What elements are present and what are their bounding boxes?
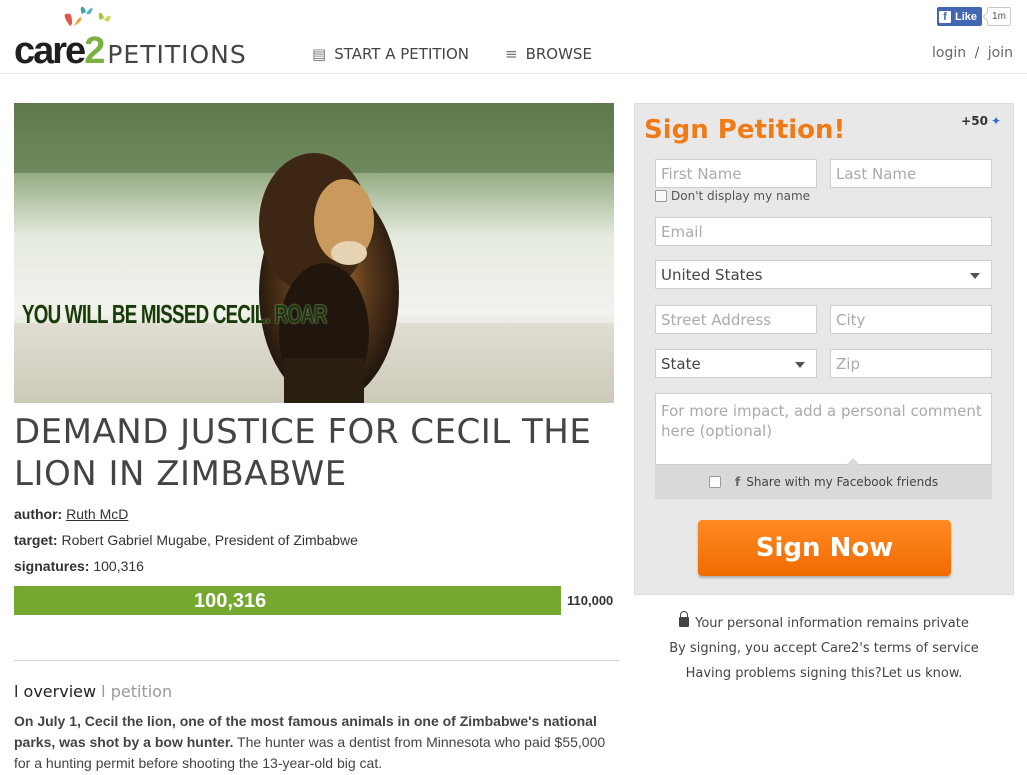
join-link[interactable]: join [988, 45, 1013, 61]
privacy-note: Your personal information remains privat… [634, 611, 1014, 636]
hide-name-option: Don't display my name [655, 189, 810, 203]
author-link[interactable]: Ruth McD [66, 506, 128, 522]
site-header: care2 PETITIONS ▤ START A PETITION ≡ BROWSE… [0, 0, 1027, 74]
signature-progress-bar: 100,316 [14, 586, 561, 615]
lock-icon [679, 611, 690, 627]
auth-links: login / join [932, 45, 1013, 61]
logo-brand: care2 [14, 30, 105, 72]
tab-divider: l [101, 682, 106, 701]
terms-link[interactable]: By signing, you accept Care2's terms of … [634, 636, 1014, 661]
divider [14, 660, 619, 661]
facebook-like-widget: f Like 1m [937, 7, 1011, 26]
sign-petition-form: Sign Petition! +50 ✦ First Name Last Name… [634, 103, 1014, 595]
signature-goal: 110,000 [567, 593, 614, 608]
petition-title: DEMAND JUSTICE FOR CECIL THE LION IN ZIM… [14, 412, 592, 494]
signatures-label: signatures: [14, 558, 90, 574]
hero-caption: YOU WILL BE MISSED CECIL. ROAR [22, 299, 327, 329]
lion-photo [14, 103, 614, 403]
hide-name-checkbox[interactable] [655, 190, 667, 202]
share-label: f Share with my Facebook friends [735, 475, 938, 489]
street-address-input[interactable]: Street Address [655, 305, 817, 334]
nav-start-petition[interactable]: ▤ START A PETITION [312, 45, 469, 63]
tab-overview[interactable]: l overview [14, 682, 96, 701]
butterflies-icon [64, 6, 111, 26]
country-select[interactable]: United States [655, 260, 992, 289]
share-text: Share with my Facebook friends [746, 475, 939, 489]
auth-divider: / [974, 45, 980, 61]
tab-marker: l [14, 682, 19, 701]
clipboard-icon: ▤ [312, 45, 327, 63]
list-icon: ≡ [505, 45, 518, 63]
author-line: author: Ruth McD [14, 506, 128, 522]
login-link[interactable]: login [932, 45, 966, 61]
care2-logo[interactable]: care2 PETITIONS [14, 6, 247, 72]
facebook-share-option: f Share with my Facebook friends [655, 458, 992, 499]
tab-petition-label: petition [110, 682, 173, 701]
target-value: Robert Gabriel Mugabe, President of Zimb… [61, 532, 358, 548]
form-notes: Your personal information remains privat… [634, 611, 1014, 686]
facebook-like-button[interactable]: f Like [937, 7, 983, 26]
target-label: target: [14, 532, 58, 548]
last-name-input[interactable]: Last Name [830, 159, 992, 188]
country-value: United States [661, 266, 763, 284]
logo-brand-two: 2 [84, 30, 105, 72]
sign-now-button[interactable]: Sign Now [698, 520, 951, 576]
author-label: author: [14, 506, 63, 522]
facebook-like-label: Like [955, 10, 978, 23]
petition-description: On July 1, Cecil the lion, one of the mo… [14, 711, 624, 774]
facebook-icon: f [939, 10, 951, 23]
state-value: State [661, 355, 701, 373]
hide-name-label: Don't display my name [671, 189, 811, 203]
butterfly-icon: ✦ [990, 114, 1001, 128]
tab-overview-label: overview [23, 682, 97, 701]
first-name-input[interactable]: First Name [655, 159, 817, 188]
logo-product: PETITIONS [107, 40, 247, 69]
privacy-text: Your personal information remains privat… [695, 616, 969, 631]
state-select[interactable]: State [655, 349, 817, 378]
email-input[interactable]: Email [655, 217, 992, 246]
comment-textarea[interactable]: For more impact, add a personal comment … [655, 393, 992, 465]
signatures-value: 100,316 [93, 558, 144, 574]
city-input[interactable]: City [830, 305, 992, 334]
signatures-line: signatures: 100,316 [14, 558, 144, 574]
points-value: +50 [961, 114, 988, 128]
nav-start-petition-label: START A PETITION [334, 45, 469, 63]
share-checkbox[interactable] [709, 476, 721, 488]
facebook-like-count: 1m [987, 7, 1011, 26]
facebook-f-icon: f [735, 475, 741, 489]
form-title: Sign Petition! [644, 115, 846, 145]
tab-petition[interactable]: l petition [101, 682, 172, 701]
petition-hero-image: YOU WILL BE MISSED CECIL. ROAR [14, 103, 614, 403]
nav-browse-label: BROWSE [525, 45, 592, 63]
points-badge: +50 ✦ [961, 114, 1001, 128]
zip-input[interactable]: Zip [830, 349, 992, 378]
petition-tabs: l overview l petition [14, 682, 172, 701]
nav-browse[interactable]: ≡ BROWSE [505, 45, 592, 63]
problems-link[interactable]: Having problems signing this?Let us know… [634, 661, 1014, 686]
target-line: target: Robert Gabriel Mugabe, President… [14, 532, 358, 548]
